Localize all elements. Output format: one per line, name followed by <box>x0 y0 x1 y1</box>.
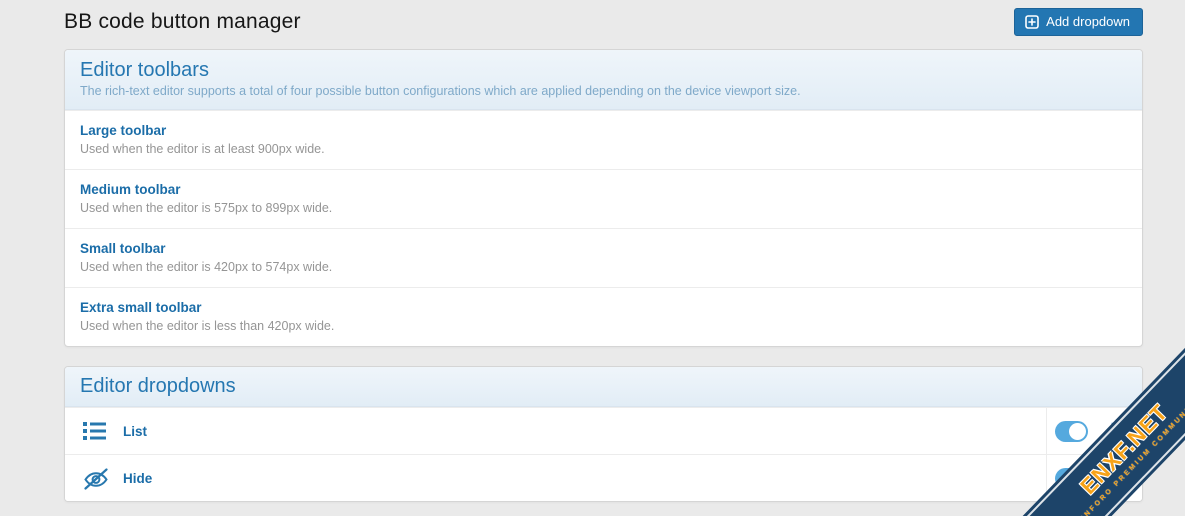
page-header: BB code button manager Add dropdown <box>64 8 1143 36</box>
toolbar-desc-large: Used when the editor is at least 900px w… <box>80 142 1127 156</box>
toolbar-desc-extra-small: Used when the editor is less than 420px … <box>80 319 1127 333</box>
page-title: BB code button manager <box>64 10 301 34</box>
dropdown-list-toggle-cell <box>1047 408 1095 454</box>
toggle-knob <box>1069 470 1086 487</box>
editor-toolbars-header: Editor toolbars The rich-text editor sup… <box>65 50 1142 110</box>
page: BB code button manager Add dropdown Edit… <box>0 0 1185 502</box>
editor-toolbars-section: Editor toolbars The rich-text editor sup… <box>64 49 1143 347</box>
dropdown-row-list: List <box>65 407 1142 454</box>
dropdown-link-hide[interactable]: Hide <box>123 471 152 486</box>
dropdown-list-delete-button[interactable] <box>1095 408 1142 454</box>
toolbar-row-small[interactable]: Small toolbar Used when the editor is 42… <box>65 228 1142 287</box>
toolbar-row-large[interactable]: Large toolbar Used when the editor is at… <box>65 110 1142 169</box>
editor-toolbars-title: Editor toolbars <box>80 59 1127 82</box>
add-dropdown-label: Add dropdown <box>1046 14 1130 29</box>
dropdown-hide-toggle-cell <box>1047 455 1095 501</box>
dropdown-link-list[interactable]: List <box>123 424 147 439</box>
dropdown-hide-controls <box>1046 455 1142 501</box>
toolbar-link-small[interactable]: Small toolbar <box>80 241 166 256</box>
toolbar-desc-small: Used when the editor is 420px to 574px w… <box>80 260 1127 274</box>
toolbar-link-extra-small[interactable]: Extra small toolbar <box>80 300 202 315</box>
list-icon <box>65 420 123 442</box>
toolbar-row-medium[interactable]: Medium toolbar Used when the editor is 5… <box>65 169 1142 228</box>
trash-icon <box>1110 419 1128 443</box>
toolbar-link-medium[interactable]: Medium toolbar <box>80 182 181 197</box>
dropdown-list-toggle[interactable] <box>1055 421 1088 442</box>
dropdown-row-hide-main[interactable]: Hide <box>65 455 1046 501</box>
toolbar-row-extra-small[interactable]: Extra small toolbar Used when the editor… <box>65 287 1142 346</box>
dropdown-row-hide: Hide <box>65 454 1142 501</box>
dropdown-hide-toggle[interactable] <box>1055 468 1088 489</box>
editor-dropdowns-header: Editor dropdowns <box>65 367 1142 407</box>
dropdown-hide-delete-button[interactable] <box>1095 455 1142 501</box>
trash-icon <box>1110 466 1128 490</box>
toolbar-link-large[interactable]: Large toolbar <box>80 123 166 138</box>
dropdown-row-list-main[interactable]: List <box>65 408 1046 454</box>
add-plus-icon <box>1025 15 1039 29</box>
editor-toolbars-description: The rich-text editor supports a total of… <box>80 84 1127 98</box>
toggle-knob <box>1069 423 1086 440</box>
add-dropdown-button[interactable]: Add dropdown <box>1014 8 1143 36</box>
editor-dropdowns-section: Editor dropdowns L <box>64 366 1143 502</box>
editor-dropdowns-title: Editor dropdowns <box>80 375 1127 398</box>
dropdown-list-controls <box>1046 408 1142 454</box>
eye-slash-icon <box>65 466 123 490</box>
toolbar-desc-medium: Used when the editor is 575px to 899px w… <box>80 201 1127 215</box>
